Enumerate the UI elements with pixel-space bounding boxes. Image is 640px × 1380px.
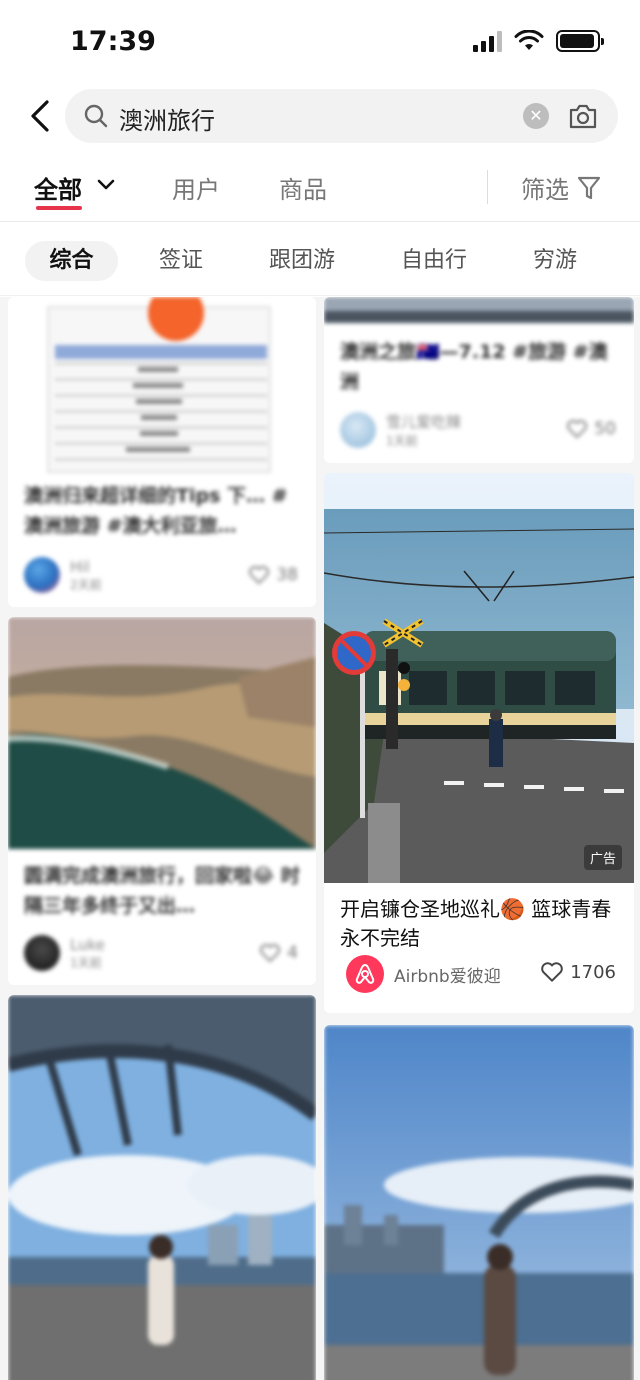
like-count[interactable]: 38 [248,565,298,585]
avatar [340,412,376,448]
status-bar: 17:39 [0,0,640,84]
note-card[interactable]: 澳洲归来超详细的Tips 下… #澳洲旅游 #澳大利亚旅… Hil 2天前 38 [8,297,316,607]
ad-badge: 广告 [583,845,622,870]
search-results-feed: 澳洲归来超详细的Tips 下… #澳洲旅游 #澳大利亚旅… Hil 2天前 38… [0,297,640,1380]
tab-all[interactable]: 全部 [34,170,82,205]
filter-icon [577,176,601,199]
active-tab-indicator [36,206,82,210]
search-row: 澳洲旅行 ✕ [0,84,640,148]
author-name: Airbnb爱彼迎 [394,966,501,987]
filter-button[interactable]: 筛选 [521,170,601,205]
note-cover-image [324,1025,634,1380]
note-cover-image [8,297,316,475]
tab-divider [487,170,488,204]
note-author: Hil 2天前 [24,557,102,593]
subtab-overall[interactable]: 综合 [25,241,118,281]
ad-card[interactable]: 广告 开启镰仓圣地巡礼🏀 篮球青春永不完结 Airbnb爱彼迎 1706 [324,473,634,1013]
ad-cover-image [324,473,634,883]
note-card[interactable] [324,1025,634,1380]
note-title: 澳洲归来超详细的Tips 下… #澳洲旅游 #澳大利亚旅… [24,485,288,537]
subtab-self-guided[interactable]: 自由行 [389,241,479,281]
author-name: Luke [70,935,105,954]
avatar [24,557,60,593]
heart-icon [260,944,281,962]
subtab-visa[interactable]: 签证 [146,241,216,281]
wifi-icon [514,30,544,50]
cellular-signal-icon [473,30,502,52]
avatar [24,935,60,971]
tab-users[interactable]: 用户 [172,170,220,205]
airbnb-logo-icon [346,955,384,993]
ad-author: Airbnb爱彼迎 [346,955,501,993]
note-cover-image [8,617,316,849]
note-title: 圆满完成澳洲旅行，回家啦😂 时隔三年多终于又出… [24,865,300,917]
chevron-down-icon[interactable] [96,178,116,192]
note-author: Luke 1天前 [24,935,105,971]
note-card[interactable]: 圆满完成澳洲旅行，回家啦😂 时隔三年多终于又出… Luke 1天前 4 [8,617,316,985]
heart-icon [567,420,588,438]
back-button[interactable] [20,92,60,140]
back-arrow-icon [31,100,49,132]
search-query: 澳洲旅行 [119,107,215,135]
search-input[interactable]: 澳洲旅行 ✕ [65,89,618,143]
heart-icon [249,566,270,584]
note-card[interactable]: 澳洲之旅🇦🇺—7.12 #旅游 #澳洲 雪儿爱吃辣 1天前 50 [324,297,634,463]
post-date: 2天前 [70,577,102,592]
author-name: Hil [70,557,90,576]
like-count[interactable]: 50 [566,419,616,439]
like-count[interactable]: 1706 [540,961,616,983]
filter-label: 筛选 [521,176,569,204]
search-icon [84,104,108,128]
note-author: 雪儿爱吃辣 1天前 [340,411,461,449]
author-name: 雪儿爱吃辣 [386,413,462,431]
category-tabs: 综合 签证 跟团游 自由行 穷游 [0,224,640,296]
main-tabs: 全部 用户 商品 筛选 [0,150,640,222]
status-icons [473,30,604,52]
note-card[interactable] [8,995,316,1380]
subtab-group-tour[interactable]: 跟团游 [257,241,347,281]
tab-products[interactable]: 商品 [279,170,327,205]
note-cover-image [324,297,634,323]
post-date: 1天前 [386,434,418,448]
note-cover-image [8,995,316,1380]
subtab-budget-travel[interactable]: 穷游 [520,241,590,281]
ad-title: 开启镰仓圣地巡礼🏀 篮球青春永不完结 [340,897,612,950]
heart-icon [541,962,563,982]
camera-icon[interactable] [567,101,599,131]
battery-icon [556,30,604,52]
post-date: 1天前 [70,955,102,970]
status-time: 17:39 [70,26,156,57]
note-title: 澳洲之旅🇦🇺—7.12 #旅游 #澳洲 [340,341,608,393]
clear-icon[interactable]: ✕ [523,103,549,129]
like-count[interactable]: 4 [259,943,298,963]
